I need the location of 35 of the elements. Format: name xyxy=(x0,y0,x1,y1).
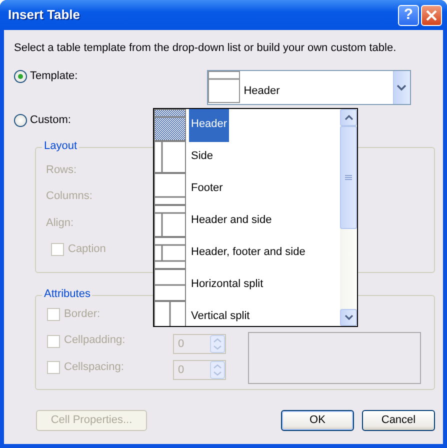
table-thumbnail-icon xyxy=(154,301,186,326)
table-thumbnail-icon xyxy=(154,205,186,237)
field-label: Align: xyxy=(46,216,74,230)
table-thumbnail-icon xyxy=(154,141,186,173)
template-option[interactable]: Header and side xyxy=(154,205,340,237)
grip-icon xyxy=(345,174,352,180)
down-chevron-icon xyxy=(344,315,352,320)
close-button[interactable] xyxy=(421,4,442,26)
scroll-down-button[interactable] xyxy=(340,309,357,326)
template-option[interactable]: Header, footer and side xyxy=(154,237,340,269)
highlighted-table-thumbnail-icon xyxy=(154,109,186,141)
template-option[interactable]: Horizontal split xyxy=(154,269,340,301)
close-icon xyxy=(426,10,437,20)
mode-radio[interactable]: Template: xyxy=(14,70,78,84)
window-title: Insert Table xyxy=(8,7,82,23)
scroll-thumb[interactable] xyxy=(340,126,357,229)
template-option[interactable]: Footer xyxy=(154,173,340,205)
template-option[interactable]: Side xyxy=(154,141,340,173)
table-thumbnail-icon xyxy=(154,173,186,205)
scroll-up-button[interactable] xyxy=(340,109,357,126)
field-label: Columns: xyxy=(46,190,92,204)
table-thumbnail-icon xyxy=(154,269,186,301)
dialog-button[interactable]: Cancel xyxy=(362,410,435,432)
mode-radio[interactable]: Custom: xyxy=(14,114,71,128)
dropdown-button[interactable] xyxy=(392,71,410,104)
field-label: Rows: xyxy=(46,164,77,178)
dialog-button[interactable]: OK xyxy=(281,410,354,432)
template-dropdown[interactable]: Header xyxy=(206,70,411,105)
template-option[interactable]: Header xyxy=(154,109,340,141)
instruction-text: Select a table template from the drop-down list or build your own custom table. xyxy=(14,42,398,56)
table-thumbnail-icon xyxy=(208,71,240,103)
up-chevron-icon xyxy=(344,115,352,120)
group-title: Layout xyxy=(42,140,80,154)
table-thumbnail-icon xyxy=(154,237,186,269)
caret-icon xyxy=(397,84,406,90)
